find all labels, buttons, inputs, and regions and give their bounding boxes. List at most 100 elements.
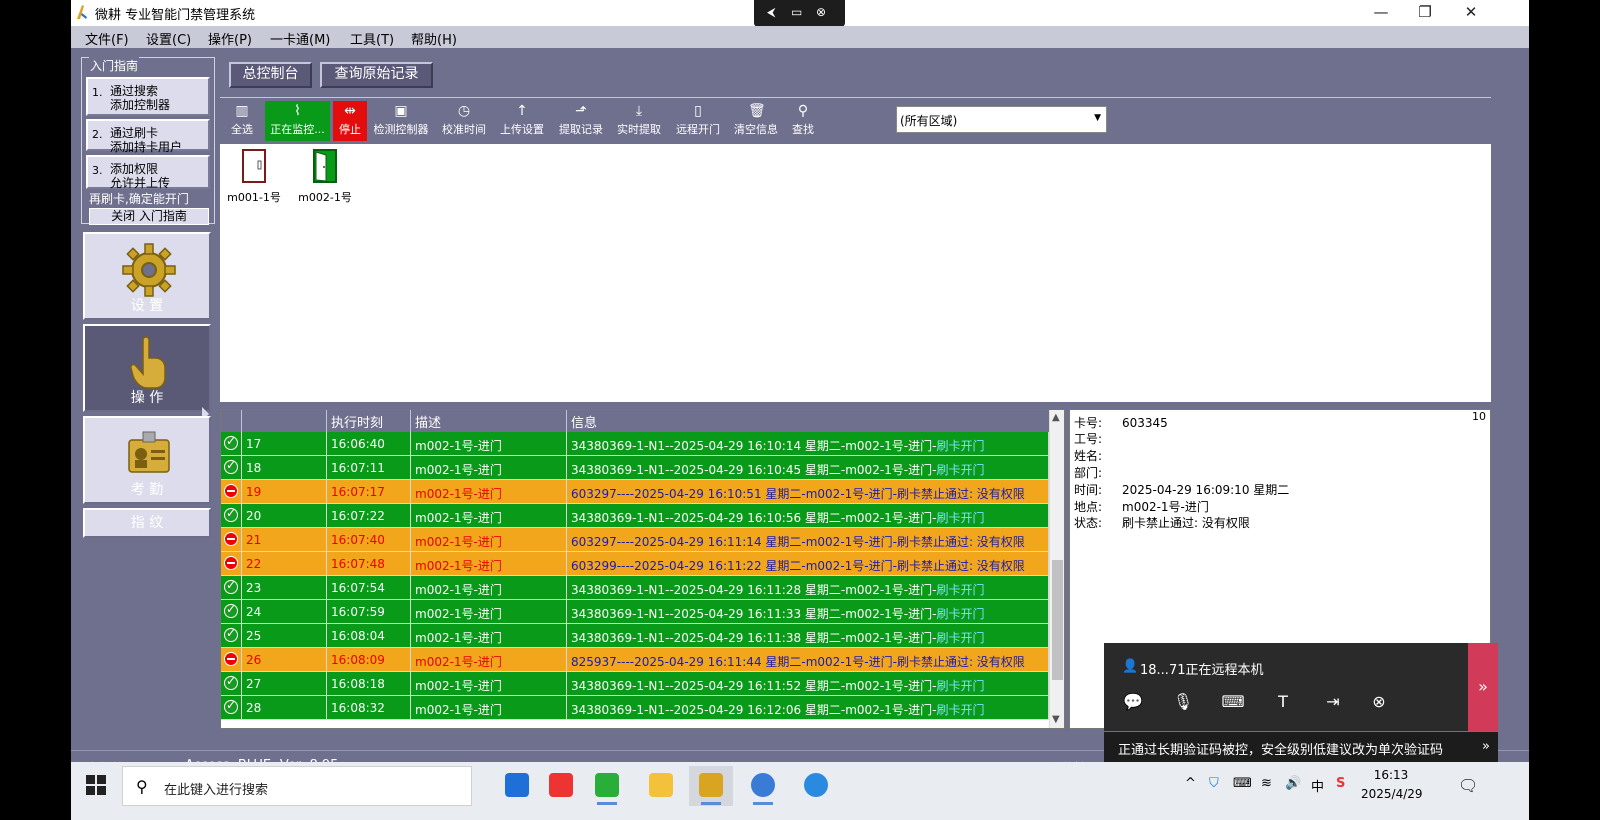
volume-icon[interactable]: 🔊 bbox=[1285, 776, 1301, 791]
wifi-icon[interactable]: ≋ bbox=[1261, 776, 1272, 791]
detail-key: 时间: bbox=[1074, 483, 1103, 497]
guide-step-2[interactable]: 2. 通过刷卡 添加持卡用户 bbox=[86, 119, 210, 154]
area-select[interactable]: (所有区域) ▼ bbox=[896, 106, 1107, 133]
disconnect-icon[interactable]: ⊗ bbox=[1366, 689, 1392, 715]
tray-expand-icon[interactable]: ^ bbox=[1185, 776, 1196, 791]
guide-step-1[interactable]: 1. 通过搜索 添加控制器 bbox=[86, 77, 210, 116]
stop-button[interactable]: ⇹ 停止 bbox=[333, 101, 367, 141]
table-row[interactable]: 22 16:07:48 m002-1号-进门 603299----2025-04-29… bbox=[221, 552, 1049, 576]
fetch-records-button[interactable]: ⬏ 提取记录 bbox=[555, 101, 607, 141]
realtime-fetch-button[interactable]: ⤓ 实时提取 bbox=[613, 101, 665, 141]
row-desc: m002-1号-进门 bbox=[411, 672, 567, 696]
select-all-button[interactable]: ▥ 全选 bbox=[222, 101, 262, 141]
guide-step-3[interactable]: 3. 添加权限 允许并上传 bbox=[86, 155, 210, 190]
row-info-main: 34380369-1-N1--2025-04-29 16:11:52 星期二-m… bbox=[571, 679, 937, 693]
menu-tools[interactable]: 工具(T) bbox=[350, 29, 394, 48]
wechat-app[interactable] bbox=[585, 766, 629, 806]
text-icon[interactable]: T bbox=[1270, 689, 1296, 715]
menu-settings[interactable]: 设置(C) bbox=[146, 29, 191, 48]
nav-operate[interactable]: 操 作 bbox=[83, 324, 211, 412]
device-m002[interactable]: m002-1号 bbox=[295, 149, 355, 205]
remote-screen-icon[interactable]: ▭ bbox=[791, 5, 802, 19]
remote-app-icon bbox=[751, 773, 775, 797]
header-desc[interactable]: 描述 bbox=[411, 410, 567, 432]
close-button[interactable]: ✕ bbox=[1451, 2, 1491, 22]
detail-key: 卡号: bbox=[1074, 416, 1103, 430]
file-transfer-icon[interactable]: ⇥ bbox=[1320, 689, 1346, 715]
table-row[interactable]: 2316:07:54m002-1号-进门 34380369-1-N1--2025-… bbox=[221, 576, 1049, 600]
menu-card[interactable]: 一卡通(M) bbox=[270, 29, 330, 48]
hand-pointer-icon bbox=[130, 336, 166, 389]
row-status bbox=[221, 552, 242, 576]
table-row[interactable]: 1816:07:11m002-1号-进门 34380369-1-N1--2025-… bbox=[221, 456, 1049, 480]
scroll-up-icon[interactable]: ▲ bbox=[1052, 412, 1060, 423]
table-row[interactable]: 1716:06:40m002-1号-进门 34380369-1-N1--2025-… bbox=[221, 432, 1049, 456]
wps-app[interactable] bbox=[539, 766, 583, 806]
row-status bbox=[221, 456, 242, 480]
header-time[interactable]: 执行时刻 bbox=[327, 410, 411, 432]
microphone-icon[interactable]: 🎙 bbox=[1170, 689, 1196, 715]
table-row[interactable]: 2416:07:59m002-1号-进门 34380369-1-N1--2025-… bbox=[221, 600, 1049, 624]
nav-fingerprint[interactable]: 指 纹 bbox=[83, 508, 211, 538]
nav-settings[interactable]: 设 置 bbox=[83, 232, 211, 320]
table-row[interactable]: 26 16:08:09 m002-1号-进门 825937----2025-04-29… bbox=[221, 648, 1049, 672]
remote-open-door-button[interactable]: ▯ 远程开门 bbox=[672, 101, 724, 141]
table-row[interactable]: 19 16:07:17 m002-1号-进门 603297----2025-04-29… bbox=[221, 480, 1049, 504]
security-app[interactable] bbox=[495, 766, 539, 806]
device-m001[interactable]: m001-1号 bbox=[224, 149, 284, 205]
calibrate-time-button[interactable]: ◷ 校准时间 bbox=[438, 101, 490, 141]
menu-file[interactable]: 文件(F) bbox=[85, 29, 129, 48]
expand-panel-icon[interactable]: » bbox=[1468, 643, 1498, 731]
maximize-button[interactable]: ❐ bbox=[1405, 2, 1445, 22]
tray-shield-icon[interactable]: ⛉ bbox=[1209, 776, 1219, 791]
remote-app[interactable] bbox=[741, 766, 785, 806]
row-info-result: 刷卡开门 bbox=[936, 583, 985, 597]
ime-indicator[interactable]: 中 bbox=[1311, 776, 1324, 795]
door-closed-icon bbox=[242, 149, 266, 183]
keyboard-icon[interactable]: ⌨ bbox=[1220, 689, 1246, 715]
table-row[interactable]: 2716:08:18m002-1号-进门 34380369-1-N1--2025-… bbox=[221, 672, 1049, 696]
menu-help[interactable]: 帮助(H) bbox=[411, 29, 457, 48]
detail-key: 姓名: bbox=[1074, 449, 1103, 463]
notification-icon[interactable]: 🗨 bbox=[1458, 776, 1478, 795]
remote-pointer-icon[interactable]: ⮜ bbox=[767, 5, 776, 20]
tab-raw-records[interactable]: 查询原始记录 bbox=[320, 62, 433, 88]
banner-expand-icon[interactable]: » bbox=[1482, 739, 1490, 754]
header-info[interactable]: 信息 bbox=[567, 410, 1049, 432]
table-row[interactable]: 21 16:07:40 m002-1号-进门 603297----2025-04-29… bbox=[221, 528, 1049, 552]
taskbar-clock[interactable]: 16:13 2025/4/29 bbox=[1361, 766, 1423, 804]
close-guide-button[interactable]: 关闭 入门指南 bbox=[89, 208, 209, 225]
table-row[interactable]: 2816:08:32m002-1号-进门 34380369-1-N1--2025-… bbox=[221, 696, 1049, 720]
user-icon: 👤 bbox=[1122, 659, 1139, 674]
explorer-app[interactable] bbox=[639, 766, 683, 806]
row-desc: m002-1号-进门 bbox=[411, 576, 567, 600]
table-scrollbar[interactable]: ▲ ▼ bbox=[1049, 410, 1064, 728]
taskbar-search[interactable]: ⚲ 在此键入进行搜索 bbox=[122, 766, 472, 806]
sogou-ime-icon[interactable]: S bbox=[1336, 776, 1345, 791]
scroll-down-icon[interactable]: ▼ bbox=[1052, 714, 1060, 725]
trash-icon: 🗑 bbox=[748, 103, 766, 119]
access-app[interactable] bbox=[689, 766, 733, 806]
row-info: 603297----2025-04-29 16:10:51 星期二-m002-1… bbox=[567, 480, 1049, 504]
table-row[interactable]: 2516:08:04m002-1号-进门 34380369-1-N1--2025-… bbox=[221, 624, 1049, 648]
find-button[interactable]: ⚲ 查找 bbox=[787, 101, 819, 141]
tray-keyboard-icon[interactable]: ⌨ bbox=[1233, 776, 1252, 791]
detail-key: 状态: bbox=[1074, 516, 1103, 530]
scroll-thumb[interactable] bbox=[1052, 560, 1063, 680]
chat-icon[interactable]: 💬 bbox=[1120, 689, 1146, 715]
minimize-button[interactable]: — bbox=[1361, 2, 1401, 22]
check-controller-button[interactable]: ▣ 检测控制器 bbox=[370, 101, 432, 141]
remote-close-icon[interactable]: ⊗ bbox=[816, 5, 826, 19]
nav-attendance[interactable]: 考 勤 bbox=[83, 416, 211, 504]
menu-operate[interactable]: 操作(P) bbox=[208, 29, 252, 48]
row-info-main: 34380369-1-N1--2025-04-29 16:10:14 星期二-m… bbox=[571, 439, 937, 453]
clear-info-button[interactable]: 🗑 清空信息 bbox=[730, 101, 782, 141]
upload-settings-button[interactable]: ↑ 上传设置 bbox=[496, 101, 548, 141]
tab-console[interactable]: 总控制台 bbox=[229, 62, 312, 88]
browser-app[interactable] bbox=[794, 766, 838, 806]
monitor-icon: ⌇ bbox=[294, 103, 301, 119]
windows-start-icon[interactable] bbox=[85, 774, 107, 796]
table-row[interactable]: 2016:07:22m002-1号-进门 34380369-1-N1--2025-… bbox=[221, 504, 1049, 528]
monitoring-button[interactable]: ⌇ 正在监控... bbox=[265, 101, 330, 141]
row-status bbox=[221, 528, 242, 552]
